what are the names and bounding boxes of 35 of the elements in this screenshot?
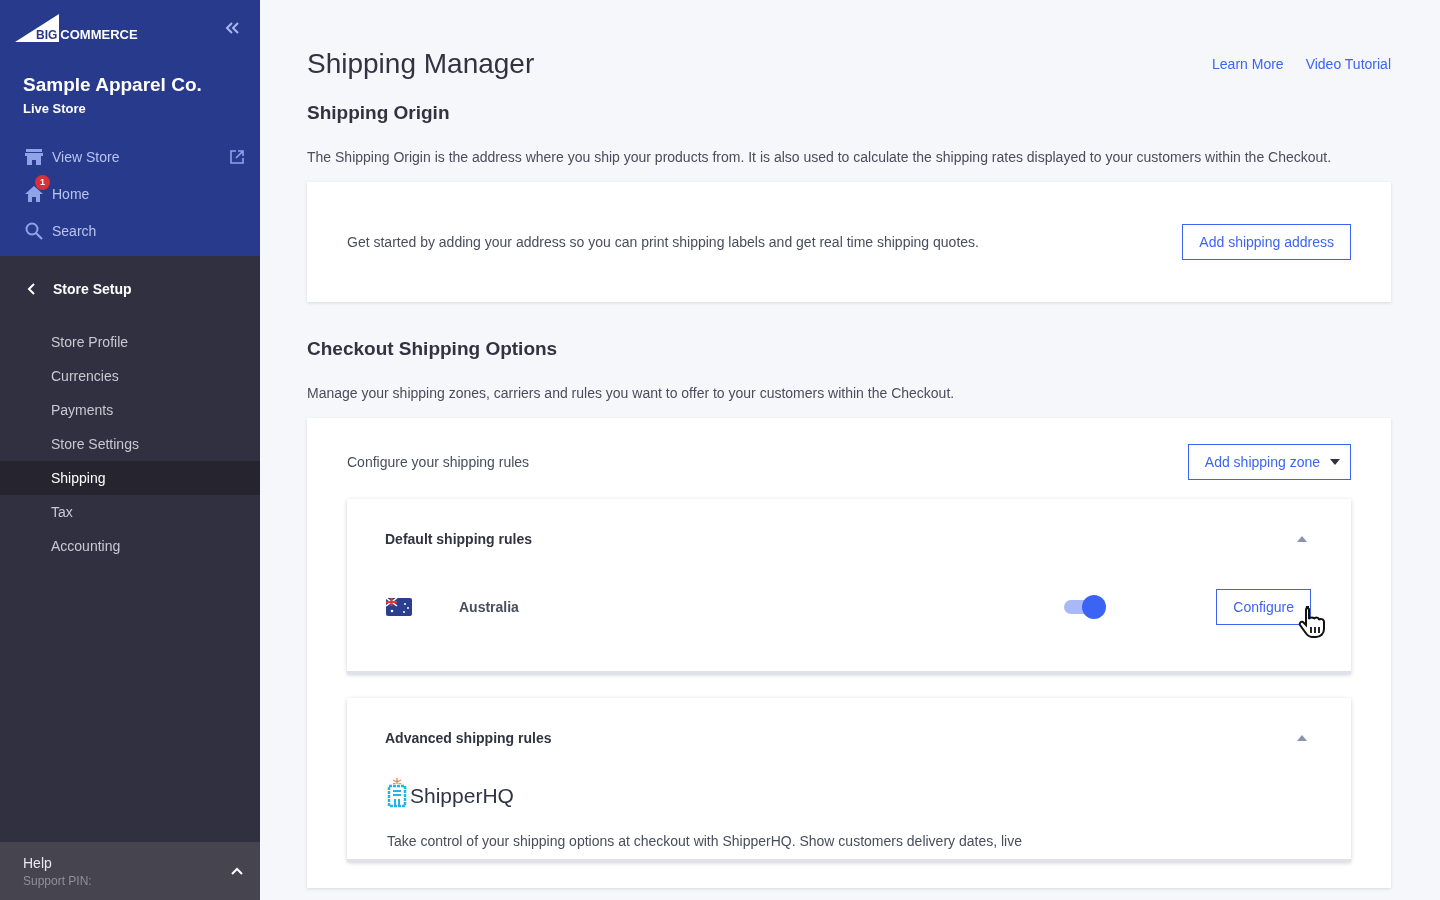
sidebar-item[interactable]: Currencies <box>0 359 260 393</box>
bigcommerce-logo[interactable]: BIG COMMERCE <box>15 14 138 42</box>
help-link[interactable]: Learn More <box>1212 56 1284 72</box>
help-link[interactable]: Video Tutorial <box>1305 56 1391 72</box>
help-panel[interactable]: Help Support PIN: <box>0 842 260 900</box>
section-description: Manage your shipping zones, carriers and rules you want to offer to your customers within the Checkout. <box>307 385 956 401</box>
sidebar-item[interactable]: Payments <box>0 393 260 427</box>
store-status: Live Store <box>23 101 87 116</box>
sidebar-link[interactable]: 1 Home <box>15 175 244 212</box>
sidebar-item[interactable]: Store Profile <box>0 325 260 359</box>
sidebar-item[interactable]: Accounting <box>0 529 260 563</box>
section-description: The Shipping Origin is the address where you ship your products from. It is also used to calculate the shipping rates displayed to your customers within the Checkout. <box>307 149 1333 165</box>
panel-title: Advanced shipping rules <box>385 730 552 746</box>
card-text: Get started by adding your address so you can print shipping labels and get real time shipping quotes. <box>347 234 979 250</box>
sidebar-item[interactable]: Store Settings <box>0 427 260 461</box>
panel-title: Default shipping rules <box>385 531 532 547</box>
sidebar-item[interactable]: Tax <box>0 495 260 529</box>
add-zone-button[interactable]: Add shipping zone <box>1187 444 1351 480</box>
add-address-button[interactable]: Add shipping address <box>1182 224 1351 260</box>
support-pin: Support PIN: <box>23 873 92 888</box>
page-title: Shipping Manager <box>307 48 535 80</box>
sidebar-link[interactable]: Search <box>15 212 244 249</box>
country-name: Australia <box>459 599 520 615</box>
section-back-link[interactable]: Store Setup <box>0 256 260 325</box>
sidebar-link[interactable]: View Store <box>15 138 244 175</box>
card-text: Configure your shipping rules <box>347 454 530 470</box>
section-heading: Shipping Origin <box>307 102 451 124</box>
store-name: Sample Apparel Co. <box>23 74 203 96</box>
configure-button[interactable]: Configure <box>1216 589 1311 625</box>
notification-badge: 1 <box>35 174 50 190</box>
partner-description: Take control of your shipping options at checkout with ShipperHQ. Show customers delivery dates, live <box>387 833 1023 849</box>
sidebar-item[interactable]: Shipping <box>0 461 260 495</box>
help-title: Help <box>23 854 53 871</box>
section-heading: Checkout Shipping Options <box>307 338 559 360</box>
shipperhq-logo: ShipperHQ <box>387 778 514 808</box>
